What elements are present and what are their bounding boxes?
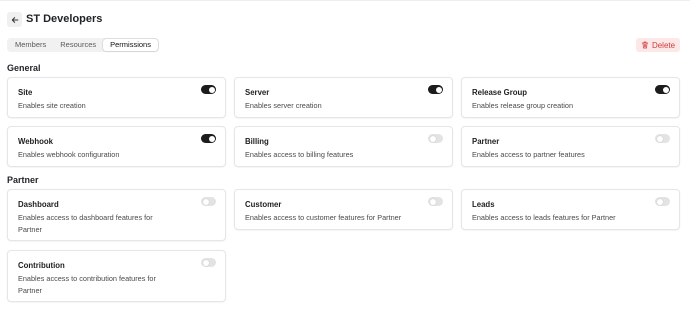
webhook-toggle[interactable] (201, 134, 216, 143)
permission-description: Enables server creation (245, 101, 322, 110)
permission-title: Release Group (472, 88, 528, 97)
server-toggle[interactable] (428, 85, 443, 94)
permission-card-server: Server Enables server creation (234, 77, 453, 118)
permission-description: Enables access to partner features (472, 150, 585, 159)
permission-card-billing: Billing Enables access to billing featur… (234, 126, 453, 167)
permission-card-release-group: Release Group Enables release group crea… (461, 77, 680, 118)
site-toggle[interactable] (201, 85, 216, 94)
permission-description: Enables access to dashboard features for… (18, 213, 153, 234)
customer-toggle[interactable] (428, 197, 443, 206)
permission-description: Enables site creation (18, 101, 86, 110)
permission-title: Server (245, 88, 270, 97)
permission-description: Enables access to billing features (245, 150, 354, 159)
permission-card-leads: Leads Enables access to leads features f… (461, 189, 680, 230)
tab-members[interactable]: Members (8, 39, 53, 51)
back-button[interactable] (7, 12, 22, 27)
delete-button[interactable]: Delete (636, 38, 680, 52)
leads-toggle[interactable] (655, 197, 670, 206)
permission-title: Customer (245, 200, 282, 209)
permission-card-partner: Partner Enables access to partner featur… (461, 126, 680, 167)
permission-title: Billing (245, 137, 269, 146)
permission-description: Enables access to contribution features … (18, 274, 156, 295)
delete-button-label: Delete (651, 40, 676, 50)
tab-resources[interactable]: Resources (53, 39, 103, 51)
tab-bar: Members Resources Permissions (7, 38, 159, 52)
top-divider (0, 0, 690, 1)
permission-title: Webhook (18, 137, 53, 146)
partner-toggle[interactable] (655, 134, 670, 143)
arrow-left-icon (11, 16, 18, 23)
permission-card-dashboard: Dashboard Enables access to dashboard fe… (7, 189, 226, 241)
trash-icon (641, 41, 649, 49)
permission-title: Contribution (18, 261, 65, 270)
permission-title: Partner (472, 137, 500, 146)
permission-title: Site (18, 88, 33, 97)
permission-title: Dashboard (18, 200, 59, 209)
page-title: ST Developers (26, 13, 103, 25)
permission-description: Enables release group creation (472, 101, 574, 110)
permission-title: Leads (472, 200, 495, 209)
permission-card-site: Site Enables site creation (7, 77, 226, 118)
permission-card-contribution: Contribution Enables access to contribut… (7, 250, 226, 302)
contribution-toggle[interactable] (201, 258, 216, 267)
permission-description: Enables access to leads features for Par… (472, 213, 616, 222)
tab-permissions[interactable]: Permissions (103, 39, 158, 51)
dashboard-toggle[interactable] (201, 197, 216, 206)
permission-description: Enables webhook configuration (18, 150, 120, 159)
permission-card-customer: Customer Enables access to customer feat… (234, 189, 453, 230)
section-title-partner: Partner (7, 175, 39, 185)
billing-toggle[interactable] (428, 134, 443, 143)
section-title-general: General (7, 63, 41, 73)
release-group-toggle[interactable] (655, 85, 670, 94)
permission-card-webhook: Webhook Enables webhook configuration (7, 126, 226, 167)
permission-description: Enables access to customer features for … (245, 213, 402, 222)
